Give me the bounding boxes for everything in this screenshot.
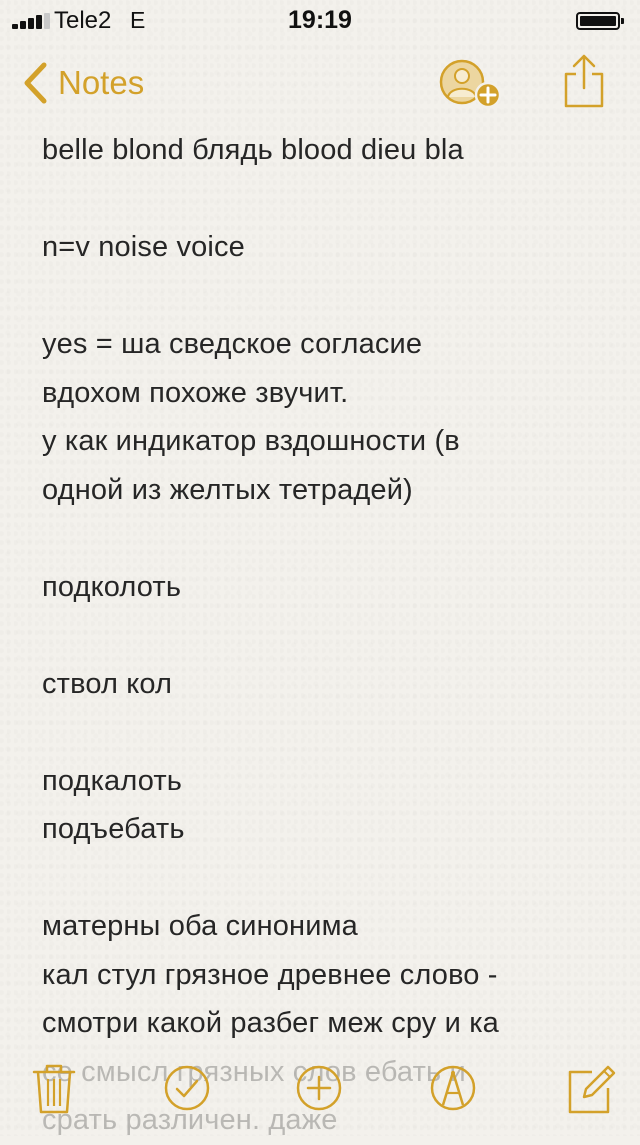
share-button[interactable] <box>561 52 607 110</box>
trash-icon <box>32 1064 76 1114</box>
compose-icon <box>568 1065 616 1114</box>
add-people-button[interactable] <box>438 58 508 110</box>
battery-icon <box>576 12 624 30</box>
bottom-toolbar <box>0 1040 640 1136</box>
note-blank-line <box>42 272 612 321</box>
note-text-area[interactable]: belle blond блядь blood dieu bla n=v noi… <box>42 126 612 1145</box>
sketch-button[interactable] <box>425 1060 481 1116</box>
back-to-notes-button[interactable]: Notes <box>18 58 144 108</box>
status-time: 19:19 <box>288 6 352 34</box>
note-line: подкалоть <box>42 764 183 797</box>
plus-circle-icon <box>296 1065 342 1111</box>
status-bar: Tele2 E 19:19 <box>0 0 640 40</box>
note-line: belle blond блядь blood dieu bla <box>42 134 464 166</box>
note-line: ствол кол <box>42 667 173 700</box>
note-blank-line <box>42 611 612 660</box>
checklist-button[interactable] <box>159 1060 215 1116</box>
compose-button[interactable] <box>562 1060 618 1116</box>
note-blank-line <box>42 854 612 903</box>
share-icon <box>564 54 604 108</box>
note-line: вдохом похоже звучит. <box>42 376 349 409</box>
note-line: yes = ша сведское согласие <box>42 328 423 360</box>
note-line: одной из желтых тетрадей) <box>42 473 413 506</box>
note-line: матерны оба синонима <box>42 910 358 942</box>
add-attachment-button[interactable] <box>291 1060 347 1116</box>
note-line: подколоть <box>42 570 182 603</box>
note-line: подъебать <box>42 813 185 845</box>
note-blank-line <box>42 708 612 757</box>
delete-button[interactable] <box>26 1060 82 1116</box>
note-line: n=v noise voice <box>42 231 245 263</box>
note-blank-line <box>42 175 612 224</box>
add-person-icon <box>439 59 502 109</box>
back-label: Notes <box>58 64 145 101</box>
checklist-icon <box>164 1065 210 1111</box>
note-line: кал стул грязное древнее слово - <box>42 958 498 991</box>
sketch-pen-icon <box>430 1065 476 1111</box>
note-blank-line <box>42 514 612 563</box>
chevron-left-icon <box>24 62 47 104</box>
note-line: у как индикатор вздошности (в <box>42 425 460 457</box>
